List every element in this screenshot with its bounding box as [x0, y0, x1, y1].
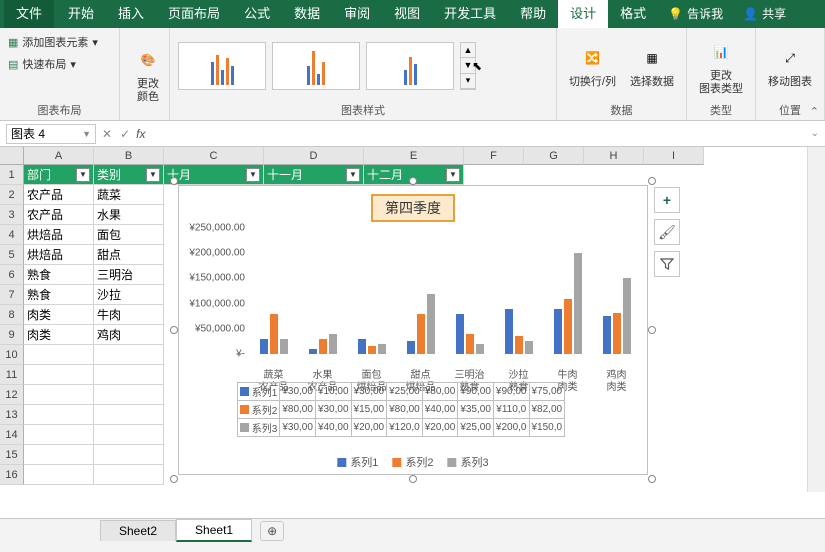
chart-style-3[interactable] — [366, 42, 454, 90]
quick-layout-button[interactable]: ▤快速布局 ▾ — [8, 54, 76, 74]
chart-type-icon: 📊 — [705, 36, 737, 68]
filter-dropdown-icon[interactable]: ▼ — [76, 168, 90, 182]
select-data-icon: ▦ — [636, 42, 668, 74]
tab-review[interactable]: 审阅 — [332, 0, 382, 28]
tab-data[interactable]: 数据 — [282, 0, 332, 28]
tab-insert[interactable]: 插入 — [106, 0, 156, 28]
chart-plot-area[interactable]: ¥250,000.00¥200,000.00¥150,000.00¥100,00… — [189, 228, 641, 368]
chart-element-icon: ▦ — [8, 36, 18, 49]
tab-home[interactable]: 开始 — [56, 0, 106, 28]
expand-gallery-icon[interactable]: ▾ — [461, 74, 475, 89]
name-box[interactable]: 图表 4▼ — [6, 124, 96, 144]
group-label-location: 位置 — [764, 100, 816, 118]
move-chart-button[interactable]: ⤢移动图表 — [764, 40, 816, 91]
tab-developer[interactable]: 开发工具 — [432, 0, 508, 28]
fx-icon[interactable]: fx — [136, 127, 145, 141]
switch-row-col-button[interactable]: 🔀切换行/列 — [565, 40, 620, 91]
group-label-layout: 图表布局 — [8, 100, 111, 118]
share-icon: 👤 — [743, 7, 758, 21]
filter-dropdown-icon[interactable]: ▼ — [246, 168, 260, 182]
tab-design[interactable]: 设计 — [558, 0, 608, 28]
change-chart-type-button[interactable]: 📊更改 图表类型 — [695, 34, 747, 98]
chart-side-buttons: + 🖌 — [654, 187, 680, 277]
chart-legend: 系列1系列2系列3 — [337, 454, 488, 470]
ribbon: ▦添加图表元素 ▾ ▤快速布局 ▾ 图表布局 🎨 更改 颜色 ▲▼▾ ⬉ 图表样… — [0, 28, 825, 121]
sheet-tabs: Sheet2 Sheet1 ⊕ — [0, 518, 825, 542]
tab-formulas[interactable]: 公式 — [232, 0, 282, 28]
group-label-type: 类型 — [695, 100, 747, 118]
filter-dropdown-icon[interactable]: ▼ — [446, 168, 460, 182]
move-icon: ⤢ — [774, 42, 806, 74]
column-headers[interactable]: ABCDEFGHI — [24, 147, 807, 165]
change-colors-button[interactable]: 🎨 更改 颜色 — [128, 42, 168, 106]
select-all-corner[interactable] — [0, 147, 24, 165]
chart-filters-button[interactable] — [654, 251, 680, 277]
tab-page-layout[interactable]: 页面布局 — [156, 0, 232, 28]
ribbon-tabs: 文件 开始 插入 页面布局 公式 数据 审阅 视图 开发工具 帮助 设计 格式 … — [0, 0, 825, 28]
switch-icon: 🔀 — [576, 42, 608, 74]
cursor-icon: ⬉ — [472, 59, 482, 73]
confirm-formula-icon[interactable]: ✓ — [120, 127, 130, 141]
tell-me[interactable]: 💡告诉我 — [658, 0, 733, 28]
filter-dropdown-icon[interactable]: ▼ — [346, 168, 360, 182]
share-button[interactable]: 👤共享 — [733, 0, 796, 28]
palette-icon: 🎨 — [132, 44, 164, 76]
chart-elements-button[interactable]: + — [654, 187, 680, 213]
collapse-ribbon-icon[interactable]: ⌃ — [810, 105, 819, 118]
row-headers[interactable]: 12345678910111213141516 — [0, 165, 24, 485]
chart-styles-button[interactable]: 🖌 — [654, 219, 680, 245]
scroll-up-icon[interactable]: ▲ — [461, 43, 475, 58]
add-sheet-button[interactable]: ⊕ — [260, 521, 284, 541]
group-label-styles: 图表样式 — [178, 100, 548, 118]
expand-formula-bar-icon[interactable]: ⌄ — [811, 128, 819, 139]
filter-icon — [660, 257, 674, 271]
chart-data-table: 系列1¥30,00¥10,00¥30,00¥25,00¥80,00¥90,00¥… — [237, 382, 565, 437]
chevron-down-icon[interactable]: ▼ — [82, 129, 91, 139]
chart-style-1[interactable] — [178, 42, 266, 90]
tab-format[interactable]: 格式 — [608, 0, 658, 28]
embedded-chart[interactable]: 第四季度 ¥250,000.00¥200,000.00¥150,000.00¥1… — [178, 185, 648, 475]
filter-dropdown-icon[interactable]: ▼ — [146, 168, 160, 182]
lightbulb-icon: 💡 — [668, 7, 683, 21]
layout-icon: ▤ — [8, 58, 18, 71]
tab-help[interactable]: 帮助 — [508, 0, 558, 28]
status-bar — [0, 542, 825, 552]
worksheet-grid[interactable]: ABCDEFGHI 12345678910111213141516 部门▼类别▼… — [0, 147, 825, 492]
select-data-button[interactable]: ▦选择数据 — [626, 40, 678, 91]
chart-styles-gallery[interactable]: ▲▼▾ ⬉ — [178, 32, 548, 100]
sheet-tab-sheet2[interactable]: Sheet2 — [100, 520, 176, 541]
sheet-tab-sheet1[interactable]: Sheet1 — [176, 519, 252, 542]
vertical-scrollbar[interactable] — [807, 147, 825, 492]
chart-bars — [249, 228, 641, 354]
formula-bar: 图表 4▼ ✕ ✓ fx ⌄ — [0, 121, 825, 147]
add-chart-element-button[interactable]: ▦添加图表元素 ▾ — [8, 32, 98, 52]
y-axis: ¥250,000.00¥200,000.00¥150,000.00¥100,00… — [189, 228, 249, 354]
chart-style-2[interactable] — [272, 42, 360, 90]
cancel-formula-icon[interactable]: ✕ — [102, 127, 112, 141]
group-label-data: 数据 — [565, 100, 678, 118]
chart-title[interactable]: 第四季度 — [371, 194, 455, 222]
tab-file[interactable]: 文件 — [4, 0, 54, 28]
tab-view[interactable]: 视图 — [382, 0, 432, 28]
